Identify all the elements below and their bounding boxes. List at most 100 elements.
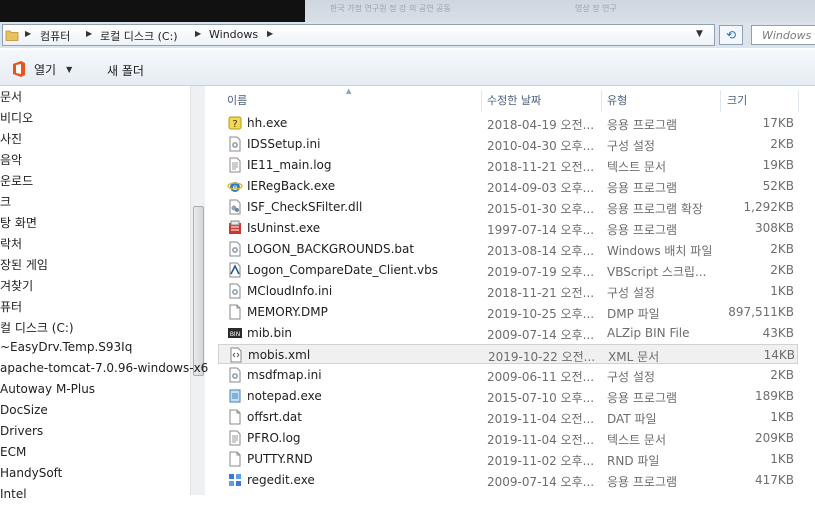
table-row[interactable]: msdfmap.ini 2009-06-11 오전... 구성 설정 2KB [218,365,798,385]
file-date: 2019-11-04 오전... [487,433,595,447]
table-row[interactable]: LOGON_BACKGROUNDS.bat 2013-08-14 오후... Win… [218,239,798,259]
folder-icon [5,30,19,41]
file-name: IE11_main.log [247,158,332,172]
nav-item[interactable]: ECM [0,445,26,465]
file-date: 2013-08-14 오후... [487,244,595,258]
file-name: offsrt.dat [247,410,302,424]
breadcrumb-separator-icon[interactable]: ▶ [267,29,273,38]
navigation-scrollbar[interactable] [190,86,205,495]
file-type: RND 파일 [607,454,660,468]
svg-text:e: e [233,183,238,192]
table-row[interactable]: IE11_main.log 2018-11-21 오전... 텍스트 문서 19KB [218,155,798,175]
new-folder-button[interactable]: 새 폴더 [107,62,144,79]
breadcrumb-separator-icon[interactable]: ▶ [25,29,31,38]
chevron-down-icon[interactable]: ▼ [66,65,72,74]
file-type: 응용 프로그램 [607,223,678,237]
table-row[interactable]: IDSSetup.ini 2010-04-30 오후... 구성 설정 2KB [218,134,798,154]
refresh-icon: ⟲ [725,28,737,42]
nav-item[interactable]: 비디오 [0,109,33,129]
table-row[interactable]: PUTTY.RND 2019-11-02 오후... RND 파일 1KB [218,449,798,469]
nav-item[interactable]: 음악 [0,151,22,171]
table-row[interactable]: ISF_CheckSFilter.dll 2015-01-30 오후... 응용 프… [218,197,798,217]
text-file-icon [227,157,243,173]
file-date: 2010-04-30 오후... [487,139,595,153]
nav-item[interactable]: apache-tomcat-7.0.96-windows-x6 [0,361,208,381]
nav-item[interactable]: 문서 [0,88,22,108]
address-bar[interactable]: ▶ 컴퓨터 ▶ 로컬 디스크 (C:) ▶ Windows ▶ ▼ [2,24,715,46]
file-size: 2KB [770,263,794,277]
file-size: 2KB [770,137,794,151]
notepad-exe-icon [227,388,243,404]
svg-text:BIN: BIN [230,331,240,338]
search-input[interactable] [752,26,814,44]
nav-item[interactable]: 겨찾기 [0,277,33,297]
file-date: 2009-07-14 오후... [487,475,595,489]
file-size: 17KB [762,116,794,130]
bat-file-icon [227,241,243,257]
table-row[interactable]: IsUninst.exe 1997-07-14 오후... 응용 프로그램 308KB [218,218,798,238]
nav-item[interactable]: 장된 게임 [0,256,48,276]
column-divider[interactable] [720,90,721,112]
svg-text:?: ? [232,119,237,130]
breadcrumb-windows[interactable]: Windows [209,28,258,41]
nav-item[interactable]: Autoway M-Plus [0,382,95,402]
breadcrumb-computer[interactable]: 컴퓨터 [40,28,70,44]
nav-item[interactable]: 컬 디스크 (C:) [0,319,74,339]
generic-file-icon [227,409,243,425]
nav-item[interactable]: 크 [0,193,11,213]
column-divider[interactable] [481,90,482,112]
table-row-selected[interactable]: mobis.xml 2019-10-22 오전... XML 문서 14KB [218,344,798,364]
address-dropdown-icon[interactable]: ▼ [696,29,703,39]
table-row[interactable]: ? hh.exe 2018-04-19 오전... 응용 프로그램 17KB [218,113,798,133]
table-row[interactable]: notepad.exe 2015-07-10 오후... 응용 프로그램 189KB [218,386,798,406]
column-divider[interactable] [601,90,602,112]
nav-item[interactable]: 탕 화면 [0,214,37,234]
table-row[interactable]: MEMORY.DMP 2019-10-25 오후... DMP 파일 897,511K… [218,302,798,322]
column-header-name[interactable]: 이름 [227,92,247,112]
help-exe-icon: ? [227,115,243,131]
nav-item[interactable]: HandySoft [0,466,62,486]
table-row[interactable]: Logon_CompareDate_Client.vbs 2019-07-19 오… [218,260,798,280]
file-name: MCloudInfo.ini [247,284,333,298]
window-titlebar: 한국 가정 연구원 정 강 의 공연 공동 영상 장 연구 [0,0,815,22]
file-size: 1,292KB [743,200,794,214]
table-row[interactable]: PFRO.log 2019-11-04 오전... 텍스트 문서 209KB [218,428,798,448]
file-date: 2019-11-04 오전... [487,412,595,426]
file-name: MEMORY.DMP [247,305,328,319]
open-button[interactable]: 열기 ▼ [12,59,72,79]
table-row[interactable]: BIN mib.bin 2009-07-14 오후... ALZip BIN File… [218,323,798,343]
nav-item[interactable]: Drivers [0,424,43,444]
search-box[interactable] [751,25,815,45]
file-type: 구성 설정 [607,139,655,153]
dll-file-icon [227,199,243,215]
table-row[interactable]: e IERegBack.exe 2014-09-03 오후... 응용 프로그램 52K… [218,176,798,196]
sort-ascending-icon: ▲ [346,87,352,95]
file-name: ISF_CheckSFilter.dll [247,200,363,214]
table-row[interactable]: regedit.exe 2009-07-14 오후... 응용 프로그램 417KB [218,470,798,490]
column-divider[interactable] [798,90,799,112]
file-name: Logon_CompareDate_Client.vbs [247,263,439,277]
file-type: VBScript 스크립... [607,265,707,279]
nav-item[interactable]: DocSize [0,403,48,423]
column-header-date[interactable]: 수정한 날짜 [487,92,541,112]
nav-item[interactable]: 락처 [0,235,22,255]
breadcrumb-separator-icon[interactable]: ▶ [195,29,201,38]
file-type: 응용 프로그램 [607,475,678,489]
nav-item[interactable]: 운로드 [0,172,33,192]
file-type: 텍스트 문서 [607,433,667,447]
table-row[interactable]: offsrt.dat 2019-11-04 오전... DAT 파일 1KB [218,407,798,427]
nav-item[interactable]: 퓨터 [0,298,22,318]
file-type: DMP 파일 [607,307,660,321]
scrollbar-thumb[interactable] [193,206,204,376]
nav-item[interactable]: 사진 [0,130,22,150]
column-header-type[interactable]: 유형 [607,92,627,112]
nav-item[interactable]: ~EasyDrv.Temp.S93Iq [0,340,132,360]
nav-item[interactable]: Intel [0,487,27,507]
file-type: 구성 설정 [607,286,655,300]
refresh-button[interactable]: ⟲ [719,25,743,45]
breadcrumb-local-disk[interactable]: 로컬 디스크 (C:) [100,28,178,44]
file-date: 2009-06-11 오전... [487,370,595,384]
table-row[interactable]: MCloudInfo.ini 2018-11-21 오전... 구성 설정 1KB [218,281,798,301]
breadcrumb-separator-icon[interactable]: ▶ [86,29,92,38]
column-header-size[interactable]: 크기 [727,92,747,112]
